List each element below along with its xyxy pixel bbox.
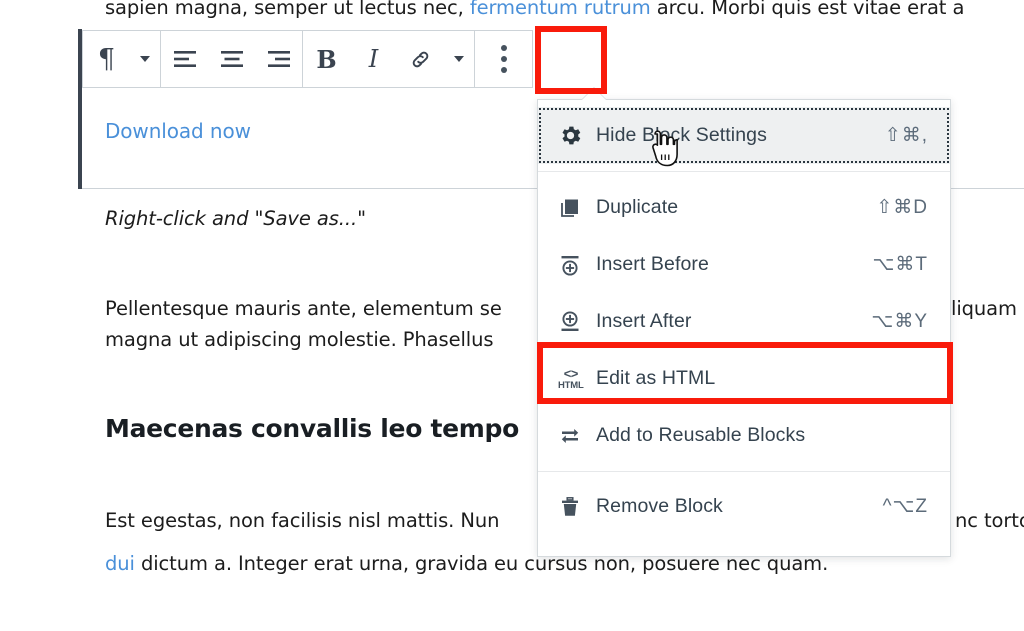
align-center-button[interactable] (208, 31, 255, 87)
toolbar-group-more (475, 31, 532, 87)
html-icon: <> HTML (558, 367, 596, 391)
inline-link-dui[interactable]: dui (105, 552, 135, 575)
menu-item-shortcut: ⇧⌘, (884, 125, 928, 146)
toolbar-group-block-type: ¶ (83, 31, 161, 87)
html-word-glyph: HTML (558, 379, 584, 391)
paragraph-pellentesque-line1: Pellentesque mauris ante, elementum se (105, 297, 502, 320)
menu-section-settings: Hide Block Settings ⇧⌘, (538, 100, 950, 172)
paragraph-top: sapien magna, semper ut lectus nec, ferm… (105, 0, 964, 23)
pilcrow-icon: ¶ (97, 43, 116, 75)
kebab-dot-icon (500, 56, 507, 62)
link-chain-icon (412, 51, 429, 67)
heading-maecenas: Maecenas convallis leo tempo (105, 414, 520, 443)
menu-item-label: Remove Block (596, 495, 723, 517)
download-now-link[interactable]: Download now (105, 116, 251, 147)
align-right-button[interactable] (255, 31, 302, 87)
chevron-down-icon (454, 56, 464, 62)
chevron-down-icon (140, 56, 150, 62)
menu-section-block-actions: Duplicate ⇧⌘D Insert Before ⌥⌘T Insert A… (538, 172, 950, 472)
menu-item-hide-block-settings[interactable]: Hide Block Settings ⇧⌘, (538, 107, 950, 164)
text-run: arcu. Morbi quis est vitae erat a (650, 0, 965, 19)
duplicate-icon (558, 196, 596, 220)
kebab-dot-icon (500, 67, 507, 73)
block-toolbar: ¶ B I (82, 30, 533, 88)
trash-icon (558, 495, 596, 519)
block-options-menu: Hide Block Settings ⇧⌘, Duplicate ⇧⌘D In… (537, 99, 951, 557)
toolbar-group-alignment (161, 31, 303, 87)
align-right-icon (267, 51, 290, 67)
paragraph-est-line1-tail: nc torto (955, 509, 1024, 532)
menu-item-label: Insert After (596, 310, 692, 332)
menu-item-insert-after[interactable]: Insert After ⌥⌘Y (538, 293, 950, 350)
menu-item-label: Add to Reusable Blocks (596, 424, 806, 446)
toolbar-group-formatting: B I (303, 31, 475, 87)
gear-icon (558, 123, 596, 148)
paragraph-save-as: Right-click and "Save as..." (105, 207, 366, 230)
menu-item-edit-as-html[interactable]: <> HTML Edit as HTML (538, 350, 950, 407)
menu-item-label: Hide Block Settings (596, 124, 767, 146)
bold-icon: B (316, 44, 337, 74)
paragraph-pellentesque-line2: magna ut adipiscing molestie. Phasellus (105, 328, 494, 351)
menu-section-destructive: Remove Block ^⌥Z (538, 472, 950, 541)
paragraph-pellentesque-line1-tail: liquam (951, 297, 1017, 320)
text-run: sapien magna, semper ut lectus nec, (105, 0, 470, 19)
menu-item-remove-block[interactable]: Remove Block ^⌥Z (538, 478, 950, 535)
link-button[interactable] (397, 31, 444, 87)
menu-item-shortcut: ⌥⌘T (872, 254, 928, 275)
menu-pointer-arrow (582, 88, 606, 100)
menu-item-shortcut: ^⌥Z (882, 496, 928, 517)
align-left-button[interactable] (161, 31, 208, 87)
italic-button[interactable]: I (350, 31, 397, 87)
paragraph-est-line1: Est egestas, non facilisis nisl mattis. … (105, 509, 500, 532)
block-type-button[interactable]: ¶ (83, 31, 130, 87)
italic-icon: I (368, 45, 379, 73)
menu-item-shortcut: ⇧⌘D (876, 197, 928, 218)
align-center-icon (220, 51, 243, 67)
kebab-dot-icon (500, 45, 507, 51)
menu-item-label: Edit as HTML (596, 367, 716, 389)
bold-button[interactable]: B (303, 31, 350, 87)
insert-before-icon (558, 253, 596, 277)
insert-after-icon (558, 310, 596, 334)
menu-item-label: Insert Before (596, 253, 709, 275)
menu-item-shortcut: ⌥⌘Y (871, 311, 928, 332)
menu-item-insert-before[interactable]: Insert Before ⌥⌘T (538, 236, 950, 293)
menu-item-duplicate[interactable]: Duplicate ⇧⌘D (538, 179, 950, 236)
reusable-blocks-icon (558, 424, 596, 448)
menu-item-label: Duplicate (596, 196, 679, 218)
more-options-button[interactable] (475, 31, 532, 87)
inline-link-fermentum-rutrum[interactable]: fermentum rutrum (470, 0, 651, 19)
angle-brackets-glyph: <> (563, 365, 579, 381)
more-formatting-button[interactable] (444, 31, 474, 87)
block-type-dropdown-button[interactable] (130, 31, 160, 87)
align-left-icon (173, 51, 196, 67)
menu-item-add-to-reusable-blocks[interactable]: Add to Reusable Blocks (538, 407, 950, 464)
editor-screen: sapien magna, semper ut lectus nec, ferm… (0, 0, 1024, 631)
